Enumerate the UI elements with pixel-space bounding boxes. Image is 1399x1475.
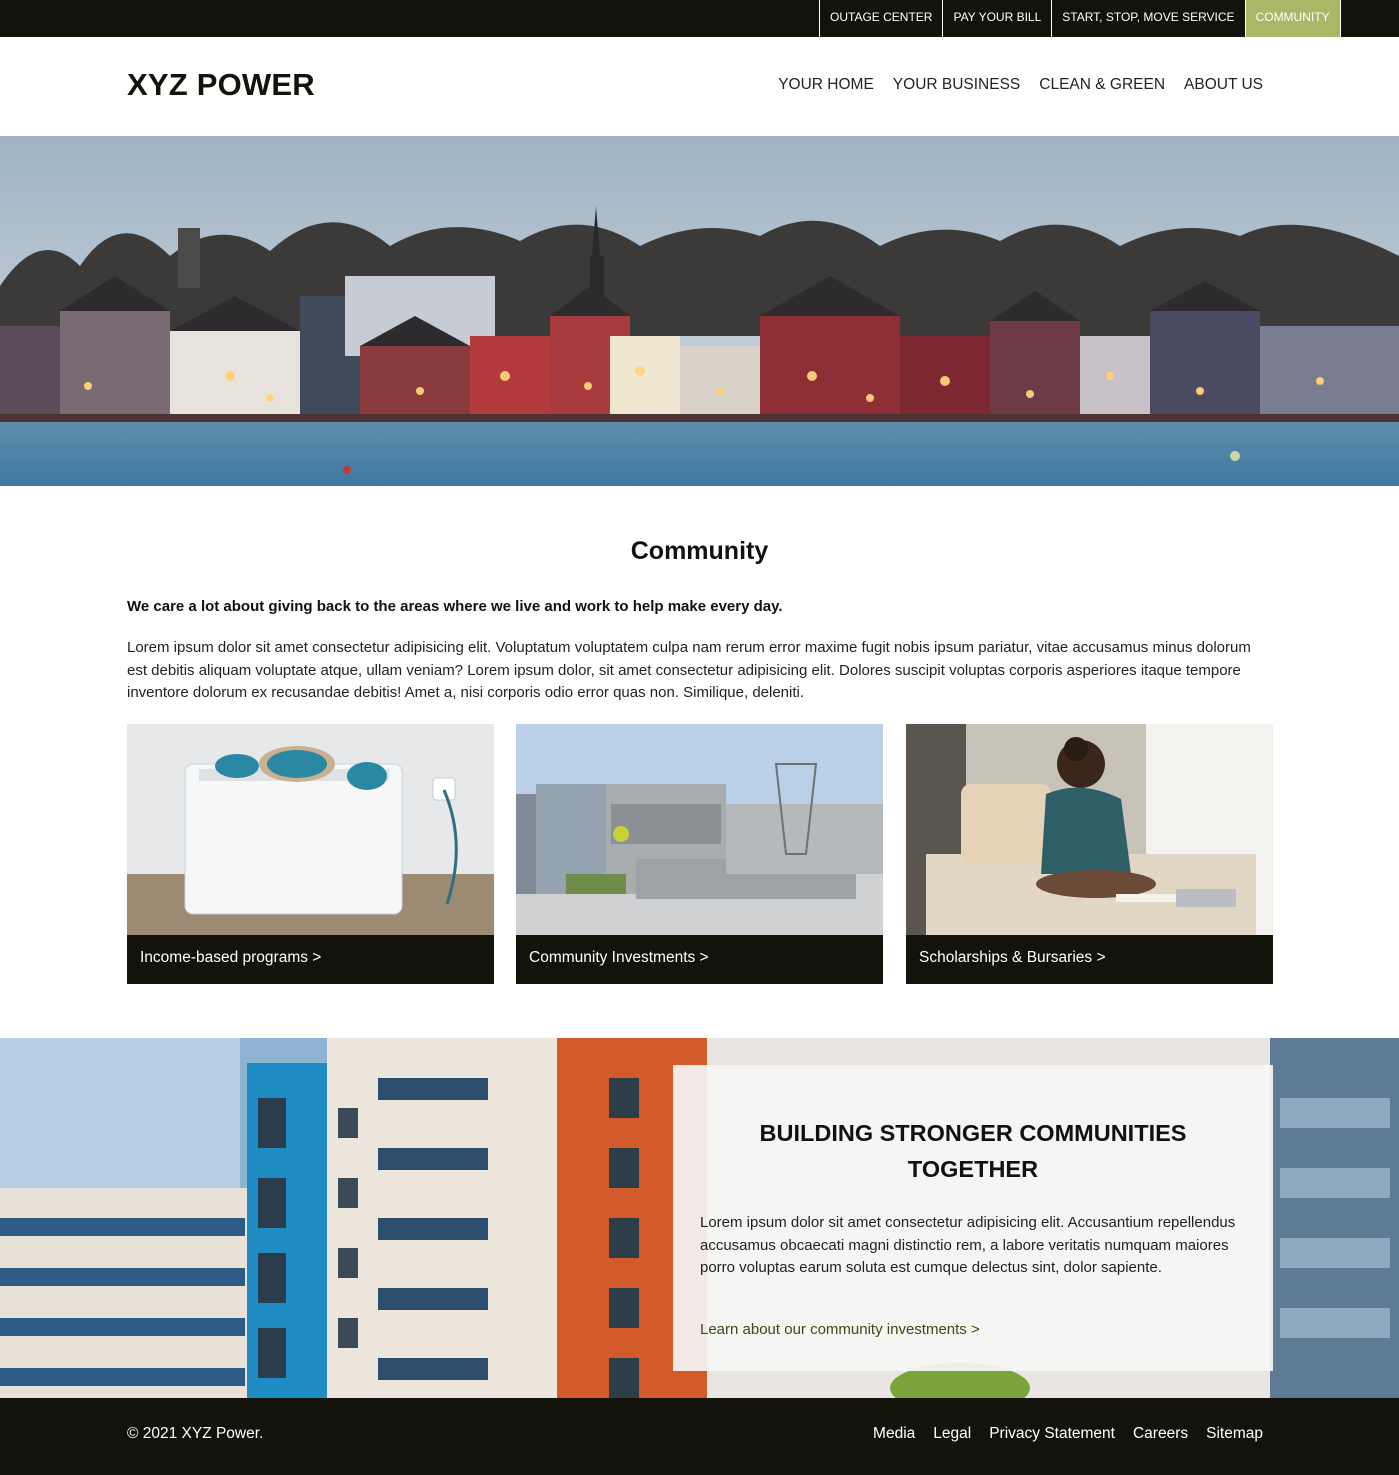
lead-text: We care a lot about giving back to the a… [127, 598, 783, 615]
building-image [516, 724, 883, 935]
main-nav: YOUR HOME YOUR BUSINESS CLEAN & GREEN AB… [778, 76, 1263, 94]
copyright: © 2021 XYZ Power. [127, 1425, 264, 1442]
utility-bar: OUTAGE CENTER PAY YOUR BILL START, STOP,… [0, 0, 1399, 37]
site-footer: © 2021 XYZ Power. Media Legal Privacy St… [0, 1398, 1399, 1475]
feature-title: BUILDING STRONGER COMMUNITIES TOGETHER [759, 1120, 1187, 1182]
student-image [906, 724, 1273, 935]
utility-link-outage-center[interactable]: OUTAGE CENTER [819, 0, 942, 37]
footer-link-sitemap[interactable]: Sitemap [1206, 1425, 1263, 1443]
nav-clean-green[interactable]: CLEAN & GREEN [1039, 76, 1165, 94]
community-investments-link[interactable]: Learn about our community investments > [700, 1321, 980, 1338]
card-label: Income-based programs > [127, 935, 494, 984]
feature-card: BUILDING STRONGER COMMUNITIES TOGETHER L… [673, 1065, 1273, 1371]
page-title: Community [630, 537, 769, 565]
nav-about-us[interactable]: ABOUT US [1184, 76, 1263, 94]
utility-link-start-stop-move[interactable]: START, STOP, MOVE SERVICE [1051, 0, 1244, 37]
footer-link-privacy-statement[interactable]: Privacy Statement [989, 1425, 1115, 1443]
body-text: Lorem ipsum dolor sit amet consectetur a… [127, 639, 1251, 701]
utility-link-pay-your-bill[interactable]: PAY YOUR BILL [942, 0, 1051, 37]
logo[interactable]: XYZ POWER [127, 67, 315, 103]
footer-link-media[interactable]: Media [873, 1425, 915, 1443]
site-header: XYZ POWER YOUR HOME YOUR BUSINESS CLEAN … [0, 37, 1399, 136]
card-income-based-programs[interactable]: Income-based programs > [127, 724, 494, 984]
feature-text: Lorem ipsum dolor sit amet consectetur a… [700, 1214, 1236, 1276]
heater-image [127, 724, 494, 935]
utility-nav: OUTAGE CENTER PAY YOUR BILL START, STOP,… [819, 0, 1341, 37]
nav-your-business[interactable]: YOUR BUSINESS [893, 76, 1020, 94]
card-scholarships-bursaries[interactable]: Scholarships & Bursaries > [906, 724, 1273, 984]
hero-image [0, 136, 1399, 486]
card-label: Community Investments > [516, 935, 883, 984]
card-label: Scholarships & Bursaries > [906, 935, 1273, 984]
footer-link-legal[interactable]: Legal [933, 1425, 971, 1443]
footer-nav: Media Legal Privacy Statement Careers Si… [873, 1425, 1263, 1443]
nav-your-home[interactable]: YOUR HOME [778, 76, 874, 94]
utility-link-community[interactable]: COMMUNITY [1244, 0, 1341, 37]
footer-link-careers[interactable]: Careers [1133, 1425, 1188, 1443]
card-community-investments[interactable]: Community Investments > [516, 724, 883, 984]
